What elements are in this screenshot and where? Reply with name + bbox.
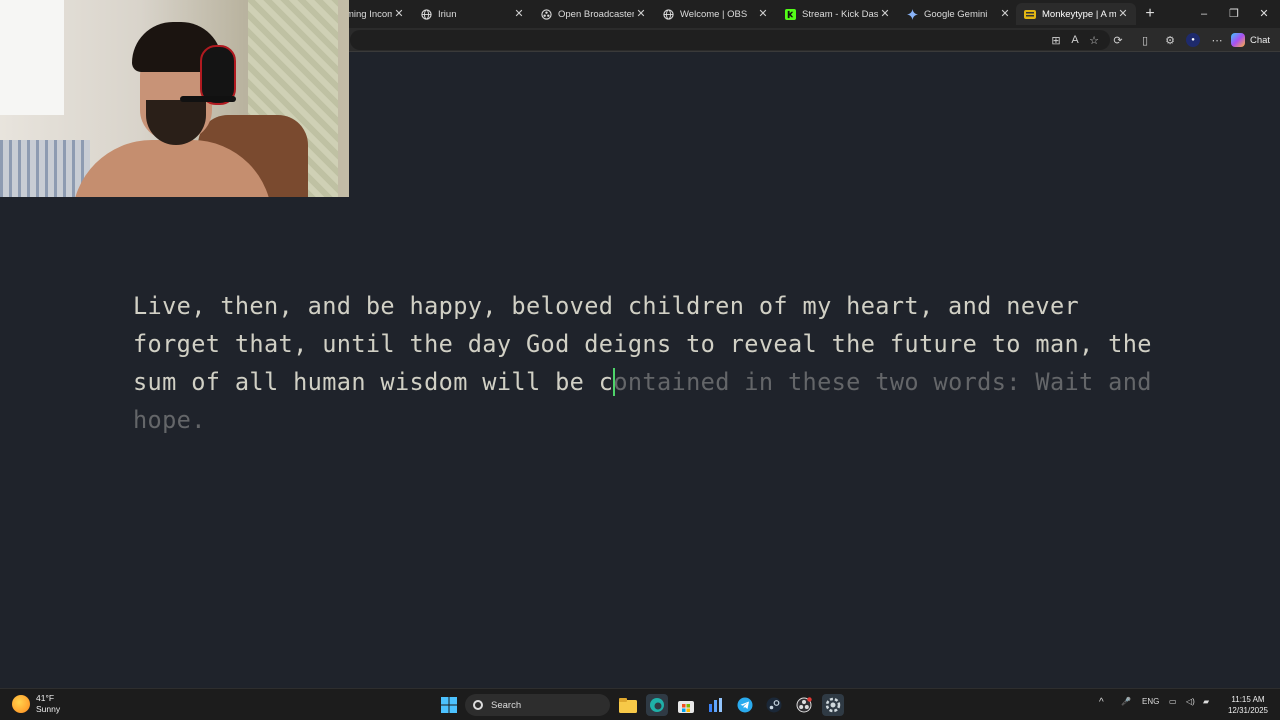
address-bar[interactable] <box>350 30 1110 50</box>
tab-welcome-obs[interactable]: Welcome | OBS ✕ <box>654 3 776 25</box>
telegram-icon[interactable] <box>734 694 756 716</box>
monkeytype-icon <box>1024 8 1036 20</box>
windows-taskbar: 41°F Sunny Search ^ 🎤 ENG ▭ ◁) ▰ 11:15 A… <box>0 688 1280 720</box>
webcam-window <box>0 0 64 115</box>
battery-icon[interactable]: ▰ <box>1203 697 1209 706</box>
close-icon[interactable]: ✕ <box>756 7 770 21</box>
profile-avatar[interactable]: ● <box>1186 33 1200 47</box>
close-icon[interactable]: ✕ <box>998 7 1012 21</box>
new-tab-button[interactable]: + <box>1141 5 1159 23</box>
tab-label: Stream - Kick Dashboar <box>802 8 878 20</box>
search-icon <box>473 700 483 710</box>
sun-icon <box>12 695 30 713</box>
close-icon[interactable]: ✕ <box>634 7 648 21</box>
clock-date: 12/31/2025 <box>1227 706 1269 715</box>
obs-icon <box>540 8 552 20</box>
search-label: Search <box>491 699 522 711</box>
globe-icon <box>420 8 432 20</box>
tab-iriun[interactable]: Iriun ✕ <box>412 3 532 25</box>
volume-icon[interactable]: ◁) <box>1186 697 1195 706</box>
webcam-overlay <box>0 0 349 197</box>
more-menu-icon[interactable]: ⋯ <box>1208 31 1226 49</box>
refresh-icon[interactable]: ⟳ <box>1109 31 1127 49</box>
tab-kick-dashboard[interactable]: Stream - Kick Dashboar ✕ <box>776 3 898 25</box>
tab-label: Google Gemini <box>924 8 988 20</box>
close-icon[interactable]: ✕ <box>512 7 526 21</box>
split-screen-icon[interactable]: ▯ <box>1136 31 1154 49</box>
tab-label: Iriun <box>438 8 457 20</box>
weather-condition: Sunny <box>36 704 61 714</box>
tab-streaming-income[interactable]: ming Income ✕ <box>340 3 412 25</box>
close-icon[interactable]: ✕ <box>1116 7 1130 21</box>
read-aloud-icon[interactable]: A <box>1066 31 1084 49</box>
weather-widget[interactable]: 41°F Sunny <box>12 693 60 715</box>
copilot-icon <box>1231 33 1245 47</box>
tab-google-gemini[interactable]: Google Gemini ✕ <box>898 3 1018 25</box>
minimize-icon[interactable]: – <box>1195 5 1213 23</box>
chat-label: Chat <box>1250 34 1271 46</box>
copilot-chat-button[interactable]: Chat <box>1231 31 1270 49</box>
tab-monkeytype[interactable]: Monkeytype | A minima ✕ <box>1016 3 1136 25</box>
system-clock[interactable]: 11:15 AM 12/31/2025 <box>1222 694 1274 716</box>
microphone-icon[interactable]: 🎤 <box>1121 697 1131 706</box>
obs-taskbar-icon[interactable] <box>793 694 815 716</box>
microsoft-store-icon[interactable] <box>675 694 697 716</box>
tab-label: Open Broadcaster Softw <box>558 8 634 20</box>
collections-icon[interactable]: ⚙ <box>1161 31 1179 49</box>
file-explorer-icon[interactable] <box>617 694 639 716</box>
steam-icon[interactable] <box>763 694 785 716</box>
gemini-icon <box>906 8 918 20</box>
globe-icon <box>662 8 674 20</box>
show-hidden-icons-chevron-icon[interactable]: ^ <box>1099 697 1104 708</box>
weather-temperature: 41°F <box>36 693 55 703</box>
close-icon[interactable]: ✕ <box>878 7 892 21</box>
tab-label: Monkeytype | A minima <box>1042 8 1116 20</box>
network-icon[interactable]: ▭ <box>1169 697 1177 706</box>
favorite-star-icon[interactable]: ☆ <box>1085 31 1103 49</box>
clock-time: 11:15 AM <box>1231 695 1265 704</box>
edge-browser-icon[interactable] <box>646 694 668 716</box>
close-icon[interactable]: ✕ <box>392 7 406 21</box>
headset-mic <box>180 96 236 102</box>
settings-gear-icon[interactable] <box>822 694 844 716</box>
input-language[interactable]: ENG <box>1142 697 1159 706</box>
typing-test-words[interactable]: Live, then, and be happy, beloved childr… <box>133 287 1153 439</box>
restore-icon[interactable]: ❐ <box>1225 5 1243 23</box>
tab-label: ming Income <box>346 8 392 20</box>
stats-app-icon[interactable] <box>705 694 727 716</box>
webcam-drying-rack <box>0 140 90 197</box>
window-close-icon[interactable]: ✕ <box>1255 5 1273 23</box>
tab-label: Welcome | OBS <box>680 8 748 20</box>
kick-icon <box>784 8 796 20</box>
taskbar-search[interactable]: Search <box>465 694 610 716</box>
start-button[interactable] <box>438 694 460 716</box>
tab-obs-software[interactable]: Open Broadcaster Softw ✕ <box>532 3 654 25</box>
app-available-icon[interactable]: ⊞ <box>1047 31 1065 49</box>
